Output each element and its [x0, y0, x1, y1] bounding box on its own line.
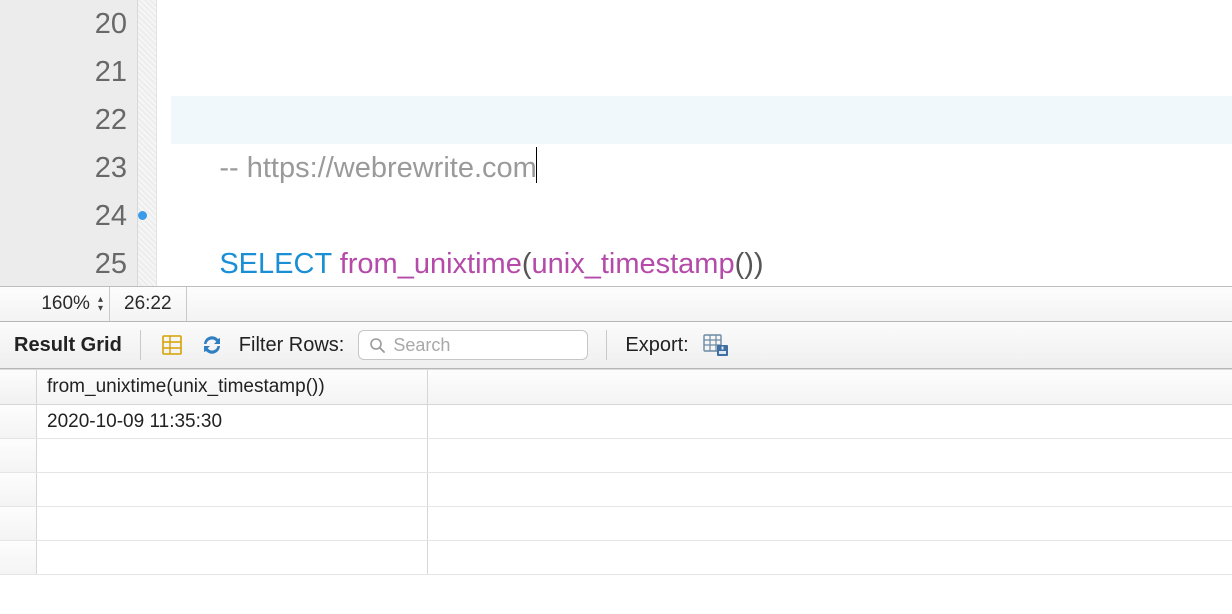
line-number: 25	[0, 240, 127, 288]
row-number-cell	[0, 439, 37, 472]
table-row	[0, 439, 1232, 473]
cursor-position-value: 26:22	[124, 293, 172, 315]
zoom-level[interactable]: 160% ▴ ▾	[0, 287, 110, 321]
result-cell[interactable]: 2020-10-09 11:35:30	[37, 405, 428, 438]
line-number: 21	[0, 48, 127, 96]
folding-margin	[138, 0, 157, 286]
line-number: 24	[0, 192, 127, 240]
paren: (	[522, 248, 532, 280]
filter-rows-search[interactable]	[358, 330, 588, 360]
text-caret	[536, 147, 537, 183]
result-cell	[37, 473, 428, 506]
table-row	[0, 507, 1232, 541]
row-number-header	[0, 370, 37, 404]
search-input[interactable]	[391, 334, 577, 357]
line-number-gutter: 20 21 22 23 24 25	[0, 0, 138, 286]
code-comment: -- https://webrewrite.com	[219, 152, 536, 184]
column-header[interactable]: from_unixtime(unix_timestamp())	[37, 370, 428, 404]
table-row[interactable]: 2020-10-09 11:35:30	[0, 405, 1232, 439]
filter-rows-label: Filter Rows:	[239, 334, 345, 357]
row-number-cell	[0, 541, 37, 574]
export-icon[interactable]	[703, 332, 729, 358]
separator	[140, 330, 141, 360]
line-number: 22	[0, 96, 127, 144]
result-cell	[37, 507, 428, 540]
grid-header: from_unixtime(unix_timestamp())	[0, 370, 1232, 405]
breakpoint-dot-icon[interactable]	[138, 211, 147, 220]
row-number-cell	[0, 507, 37, 540]
zoom-stepper[interactable]: ▴ ▾	[98, 295, 103, 313]
sql-function: unix_timestamp	[532, 248, 735, 280]
search-icon	[369, 337, 385, 353]
result-cell	[37, 439, 428, 472]
code-editor[interactable]: 20 21 22 23 24 25 -- https://webrewrite.…	[0, 0, 1232, 287]
export-label: Export:	[625, 334, 688, 357]
line-number: 20	[0, 0, 127, 48]
code-area[interactable]: -- https://webrewrite.com SELECT from_un…	[157, 0, 1232, 286]
row-number-cell	[0, 473, 37, 506]
sql-keyword: SELECT	[219, 248, 331, 280]
table-row	[0, 541, 1232, 575]
chevron-down-icon[interactable]: ▾	[98, 304, 103, 313]
result-grid-label: Result Grid	[14, 334, 122, 357]
results-grid[interactable]: from_unixtime(unix_timestamp()) 2020-10-…	[0, 369, 1232, 575]
result-cell	[37, 541, 428, 574]
line-number: 23	[0, 144, 127, 192]
table-row	[0, 473, 1232, 507]
separator	[606, 330, 607, 360]
sql-function: from_unixtime	[340, 248, 522, 280]
zoom-value: 160%	[41, 293, 90, 315]
row-number-cell	[0, 405, 37, 438]
parens: ()	[735, 248, 754, 280]
paren: )	[754, 248, 764, 280]
